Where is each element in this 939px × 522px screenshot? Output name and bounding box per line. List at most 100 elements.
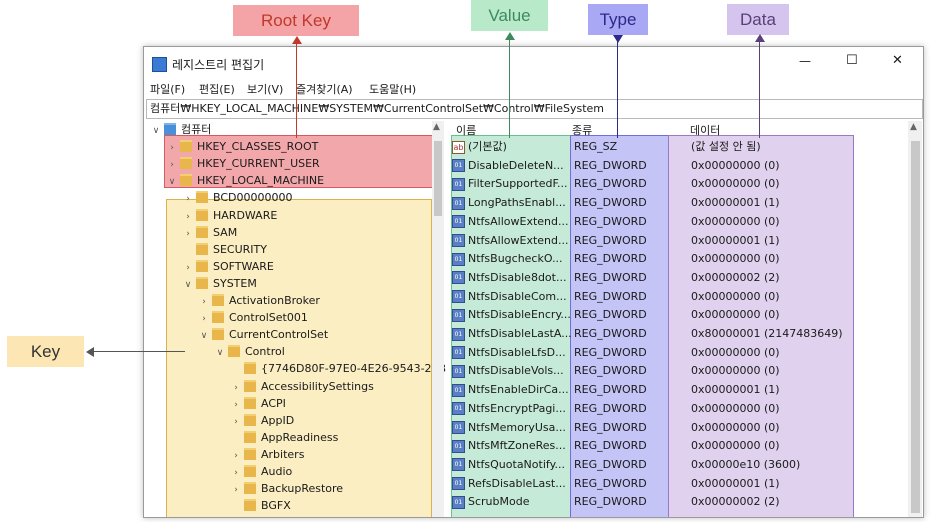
column-header-type[interactable]: 종류 [572,122,592,138]
value-type: REG_DWORD [574,289,647,303]
value-name-text: FilterSupportedF... [468,177,568,191]
tree-item-label: AppID [261,413,295,427]
value-name-text: (기본값) [468,140,507,153]
chevron-down-icon[interactable]: ∨ [214,345,226,362]
tree-item[interactable]: › Arbiters [230,446,304,463]
chevron-down-icon[interactable]: ∨ [150,123,162,140]
value-type: REG_DWORD [574,345,647,359]
value-name-text: NtfsDisable8dot... [468,270,567,284]
close-button[interactable]: ✕ [892,53,903,68]
tree-item[interactable]: {7746D80F-97E0-4E26-9543-26B [230,360,446,377]
value-data: 0x00000001 (1) [691,383,780,397]
value-list-pane: 이름 종류 데이터 ab (기본값) REG_SZ (값 설정 안 됨) 01 Disab… [450,121,923,517]
window-title: 레지스트리 편집기 [172,58,265,72]
value-name: 01 NtfsEnableDirCa... [452,381,572,400]
key-arrow-head [86,347,94,357]
value-data: 0x00000000 (0) [691,345,780,359]
tree-item[interactable]: › HKEY_CURRENT_USER [166,155,320,172]
value-type: REG_DWORD [574,476,647,490]
value-data: 0x00000000 (0) [691,214,780,228]
list-scroll-thumb[interactable] [911,141,920,513]
tree-item[interactable]: › ControlSet001 [198,309,308,326]
tree-item[interactable]: › HKEY_CLASSES_ROOT [166,138,318,155]
binary-icon: 01 [452,421,465,434]
list-scroll-up-icon[interactable]: ▲ [910,122,917,132]
tree-item[interactable]: › SOFTWARE [182,258,274,275]
value-data: 0x00000000 (0) [691,364,780,378]
tree-item-label: ACPI [261,396,286,410]
menu-favorites[interactable]: 즐겨찾기(A) [296,81,353,97]
value-name-text: NtfsBugcheckO... [468,252,563,266]
tree-scroll-up-icon[interactable]: ▲ [433,122,440,132]
value-data: 0x00000000 (0) [691,177,780,191]
tree-item[interactable]: ∨ 컴퓨터 [150,121,211,138]
tree-item-label: BGFX [261,499,291,513]
value-name: 01 NtfsDisableEncry... [452,306,572,325]
address-bar[interactable]: 컴퓨터₩HKEY_LOCAL_MACHINE₩SYSTEM₩CurrentCon… [146,99,923,119]
folder-icon [244,396,256,409]
value-name-text: NtfsDisableCom... [468,289,567,303]
tree-item-label: CurrentControlSet [229,328,329,342]
value-data: 0x00000e10 (3600) [691,457,801,471]
value-name: 01 NtfsEncryptPagi... [452,400,572,419]
tree-item[interactable]: › ActivationBroker [198,292,320,309]
value-type: REG_DWORD [574,401,647,415]
tree-item[interactable]: BGFX [230,497,291,514]
tree-item[interactable]: › AppID [230,412,294,429]
binary-icon: 01 [452,308,465,322]
title-bar: 레지스트리 편집기 — ☐ ✕ [144,47,923,79]
folder-icon [180,157,192,170]
value-name-text: DisableDeleteN... [468,158,564,172]
chevron-down-icon[interactable]: ∨ [198,328,210,345]
tree-item[interactable]: ∨ CurrentControlSet [198,326,328,343]
tree-scroll-thumb[interactable] [434,141,442,216]
value-type: REG_DWORD [574,383,647,397]
chevron-down-icon[interactable]: ∨ [182,277,194,294]
column-header-data[interactable]: 데이터 [690,122,720,138]
folder-icon [196,242,208,255]
minimize-button[interactable]: — [799,54,811,68]
maximize-button[interactable]: ☐ [846,53,858,68]
tree-item[interactable]: › AccessibilitySettings [230,378,374,395]
tree-item[interactable]: › SAM [182,224,237,241]
tree-item[interactable]: ∨ SYSTEM [182,275,257,292]
tree-item[interactable]: ∨ Control [214,343,285,360]
value-name-text: NtfsMemoryUsa... [468,420,566,434]
tree-item[interactable]: ∨ HKEY_LOCAL_MACHINE [166,172,324,189]
value-data: 0x00000000 (0) [691,289,780,303]
menu-bar: 파일(F) 편집(E) 보기(V) 즐겨찾기(A) 도움말(H) [144,79,923,99]
binary-icon: 01 [452,458,465,472]
tree-item[interactable]: › ACPI [230,395,286,412]
value-name: 01 RefsDisableLast... [452,475,572,494]
column-header-name[interactable]: 이름 [456,122,476,138]
menu-edit[interactable]: 편집(E) [199,81,235,97]
value-name-text: ScrubMode [468,495,530,509]
tree-item[interactable]: › BCD00000000 [182,189,293,206]
folder-icon [212,311,224,324]
value-name: 01 NtfsDisableCom... [452,288,572,307]
value-name-text: NtfsEncryptPagi... [468,401,566,415]
tree-item[interactable]: › Audio [230,463,292,480]
folder-icon [244,465,256,477]
tree-item-label: HKEY_CLASSES_ROOT [197,140,319,154]
data-arrow-head [755,34,765,42]
menu-view[interactable]: 보기(V) [247,81,283,97]
menu-help[interactable]: 도움말(H) [369,81,416,97]
binary-icon: 01 [452,439,465,453]
tree-item-label: SYSTEM [213,276,257,290]
folder-icon [244,430,256,443]
value-data: 0x00000000 (0) [691,420,780,434]
tree-item[interactable]: › HARDWARE [182,207,277,224]
folder-icon [212,294,224,306]
tree-item[interactable]: › BackupRestore [230,480,343,497]
tree-item[interactable]: SECURITY [182,241,267,258]
string-icon: ab [452,140,465,154]
tree-item-label: AccessibilitySettings [261,379,374,393]
chevron-down-icon[interactable]: ∨ [166,174,178,191]
value-data: 0x00000000 (0) [691,439,780,453]
tree-item[interactable]: AppReadiness [230,429,338,446]
menu-file[interactable]: 파일(F) [150,81,185,97]
folder-icon [180,174,192,187]
folder-icon [180,140,192,153]
tree-item-label: AppReadiness [261,430,339,444]
